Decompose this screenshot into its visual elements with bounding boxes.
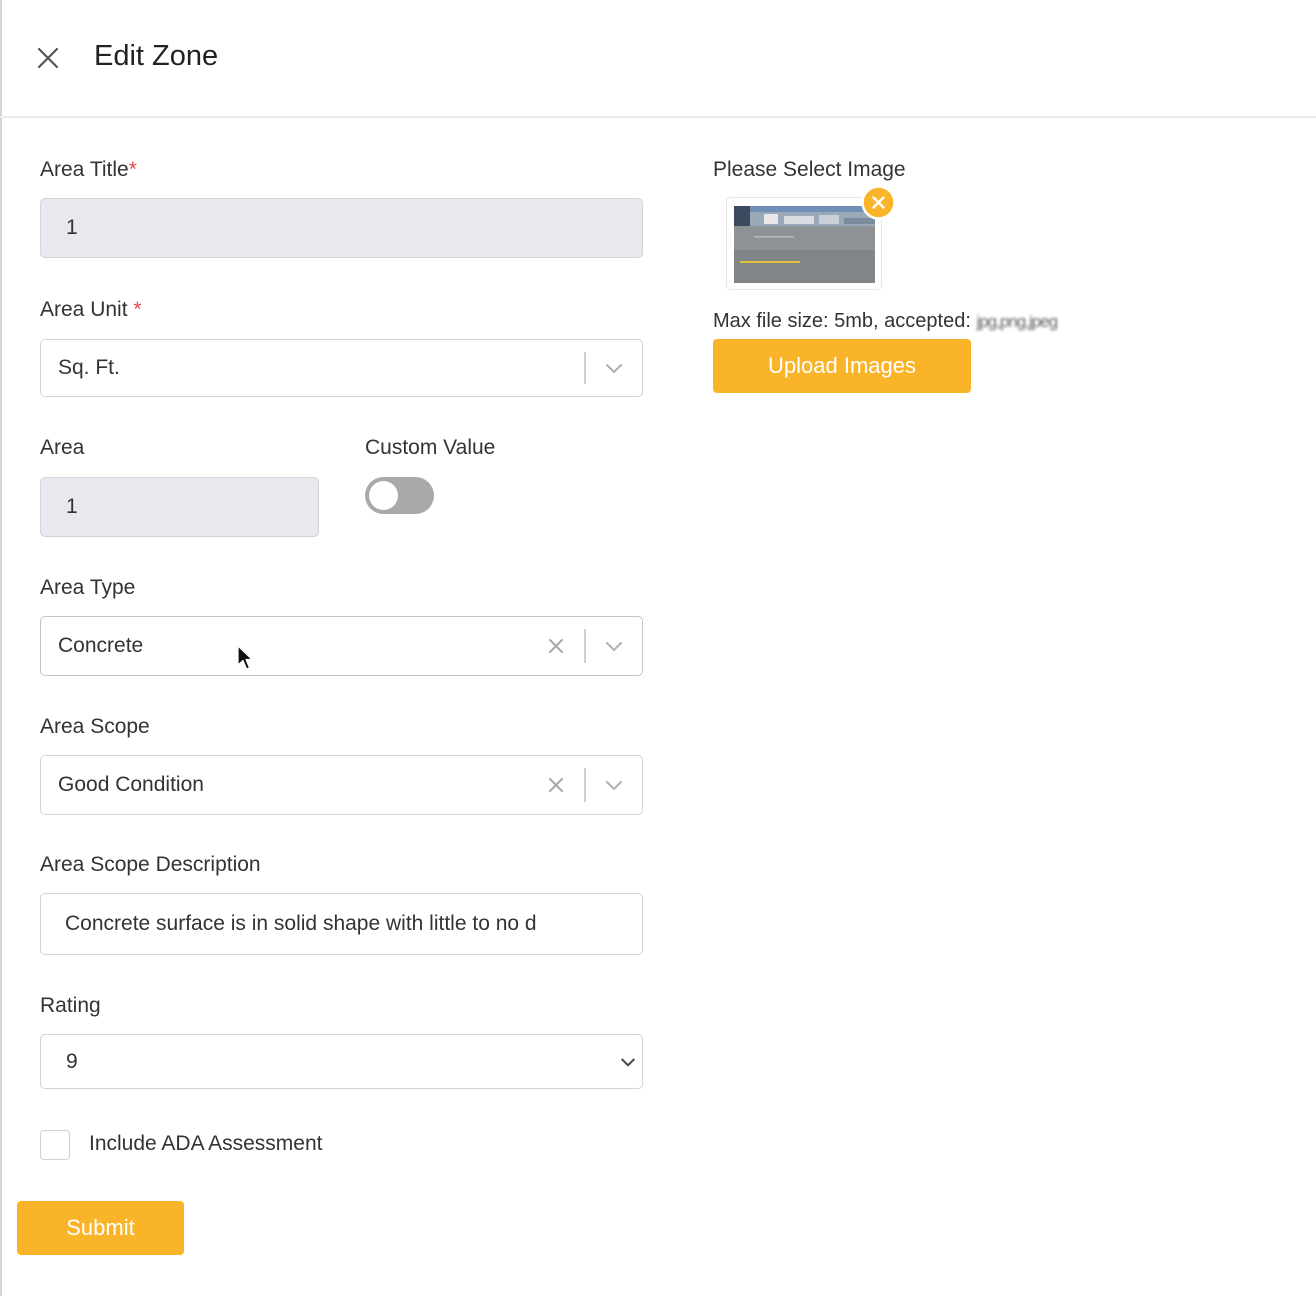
chevron-down-icon[interactable]: [603, 774, 625, 796]
image-thumbnail-card[interactable]: [726, 197, 882, 290]
image-select-label: Please Select Image: [713, 158, 906, 181]
chevron-down-icon[interactable]: [603, 357, 625, 379]
area-title-label: Area Title*: [40, 158, 137, 181]
required-mark: *: [133, 298, 142, 321]
area-label: Area: [40, 436, 85, 459]
select-separator: [584, 768, 586, 802]
accepted-formats-blurred: jpg,png,jpeg: [976, 312, 1058, 331]
select-separator: [584, 352, 586, 384]
area-type-select[interactable]: Concrete: [40, 616, 643, 676]
area-scope-select[interactable]: Good Condition: [40, 755, 643, 815]
area-scope-value: Good Condition: [58, 773, 204, 796]
area-unit-value: Sq. Ft.: [58, 356, 120, 379]
select-separator: [584, 629, 586, 663]
remove-image-icon[interactable]: [861, 185, 896, 220]
toggle-knob: [369, 481, 398, 510]
submit-button[interactable]: Submit: [17, 1201, 184, 1255]
close-button[interactable]: [32, 42, 64, 74]
rating-value: 9: [66, 1049, 78, 1073]
area-unit-label: Area Unit *: [40, 298, 142, 321]
chevron-down-icon[interactable]: [603, 635, 625, 657]
area-scope-description-input[interactable]: [40, 893, 643, 955]
panel-header: Edit Zone: [0, 0, 1316, 118]
chevron-down-icon[interactable]: [619, 1053, 637, 1071]
upload-images-button[interactable]: Upload Images: [713, 339, 971, 393]
ada-label: Include ADA Assessment: [89, 1132, 323, 1155]
panel-left-border: [0, 0, 2, 1296]
required-mark: *: [128, 158, 137, 181]
custom-value-toggle[interactable]: [365, 477, 434, 514]
area-input[interactable]: 1: [40, 477, 319, 537]
area-type-label: Area Type: [40, 576, 136, 599]
ada-checkbox[interactable]: [40, 1130, 70, 1160]
area-scope-description-label: Area Scope Description: [40, 853, 261, 876]
parking-lot-thumbnail: [734, 206, 875, 283]
rating-label: Rating: [40, 994, 101, 1017]
mouse-cursor-icon: [237, 645, 253, 670]
area-title-input[interactable]: 1: [40, 198, 643, 258]
custom-value-label: Custom Value: [365, 436, 496, 459]
clear-x-icon[interactable]: [546, 636, 566, 656]
clear-x-icon[interactable]: [546, 775, 566, 795]
rating-select[interactable]: 9: [40, 1034, 643, 1089]
close-icon: [37, 47, 59, 69]
area-unit-select[interactable]: Sq. Ft.: [40, 339, 643, 397]
area-type-value: Concrete: [58, 634, 144, 657]
area-value: 1: [66, 495, 78, 518]
area-scope-label: Area Scope: [40, 715, 150, 738]
page-title: Edit Zone: [94, 40, 219, 72]
area-title-value: 1: [66, 216, 78, 239]
file-size-info: Max file size: 5mb, accepted: jpg,png,jp…: [713, 310, 1058, 332]
